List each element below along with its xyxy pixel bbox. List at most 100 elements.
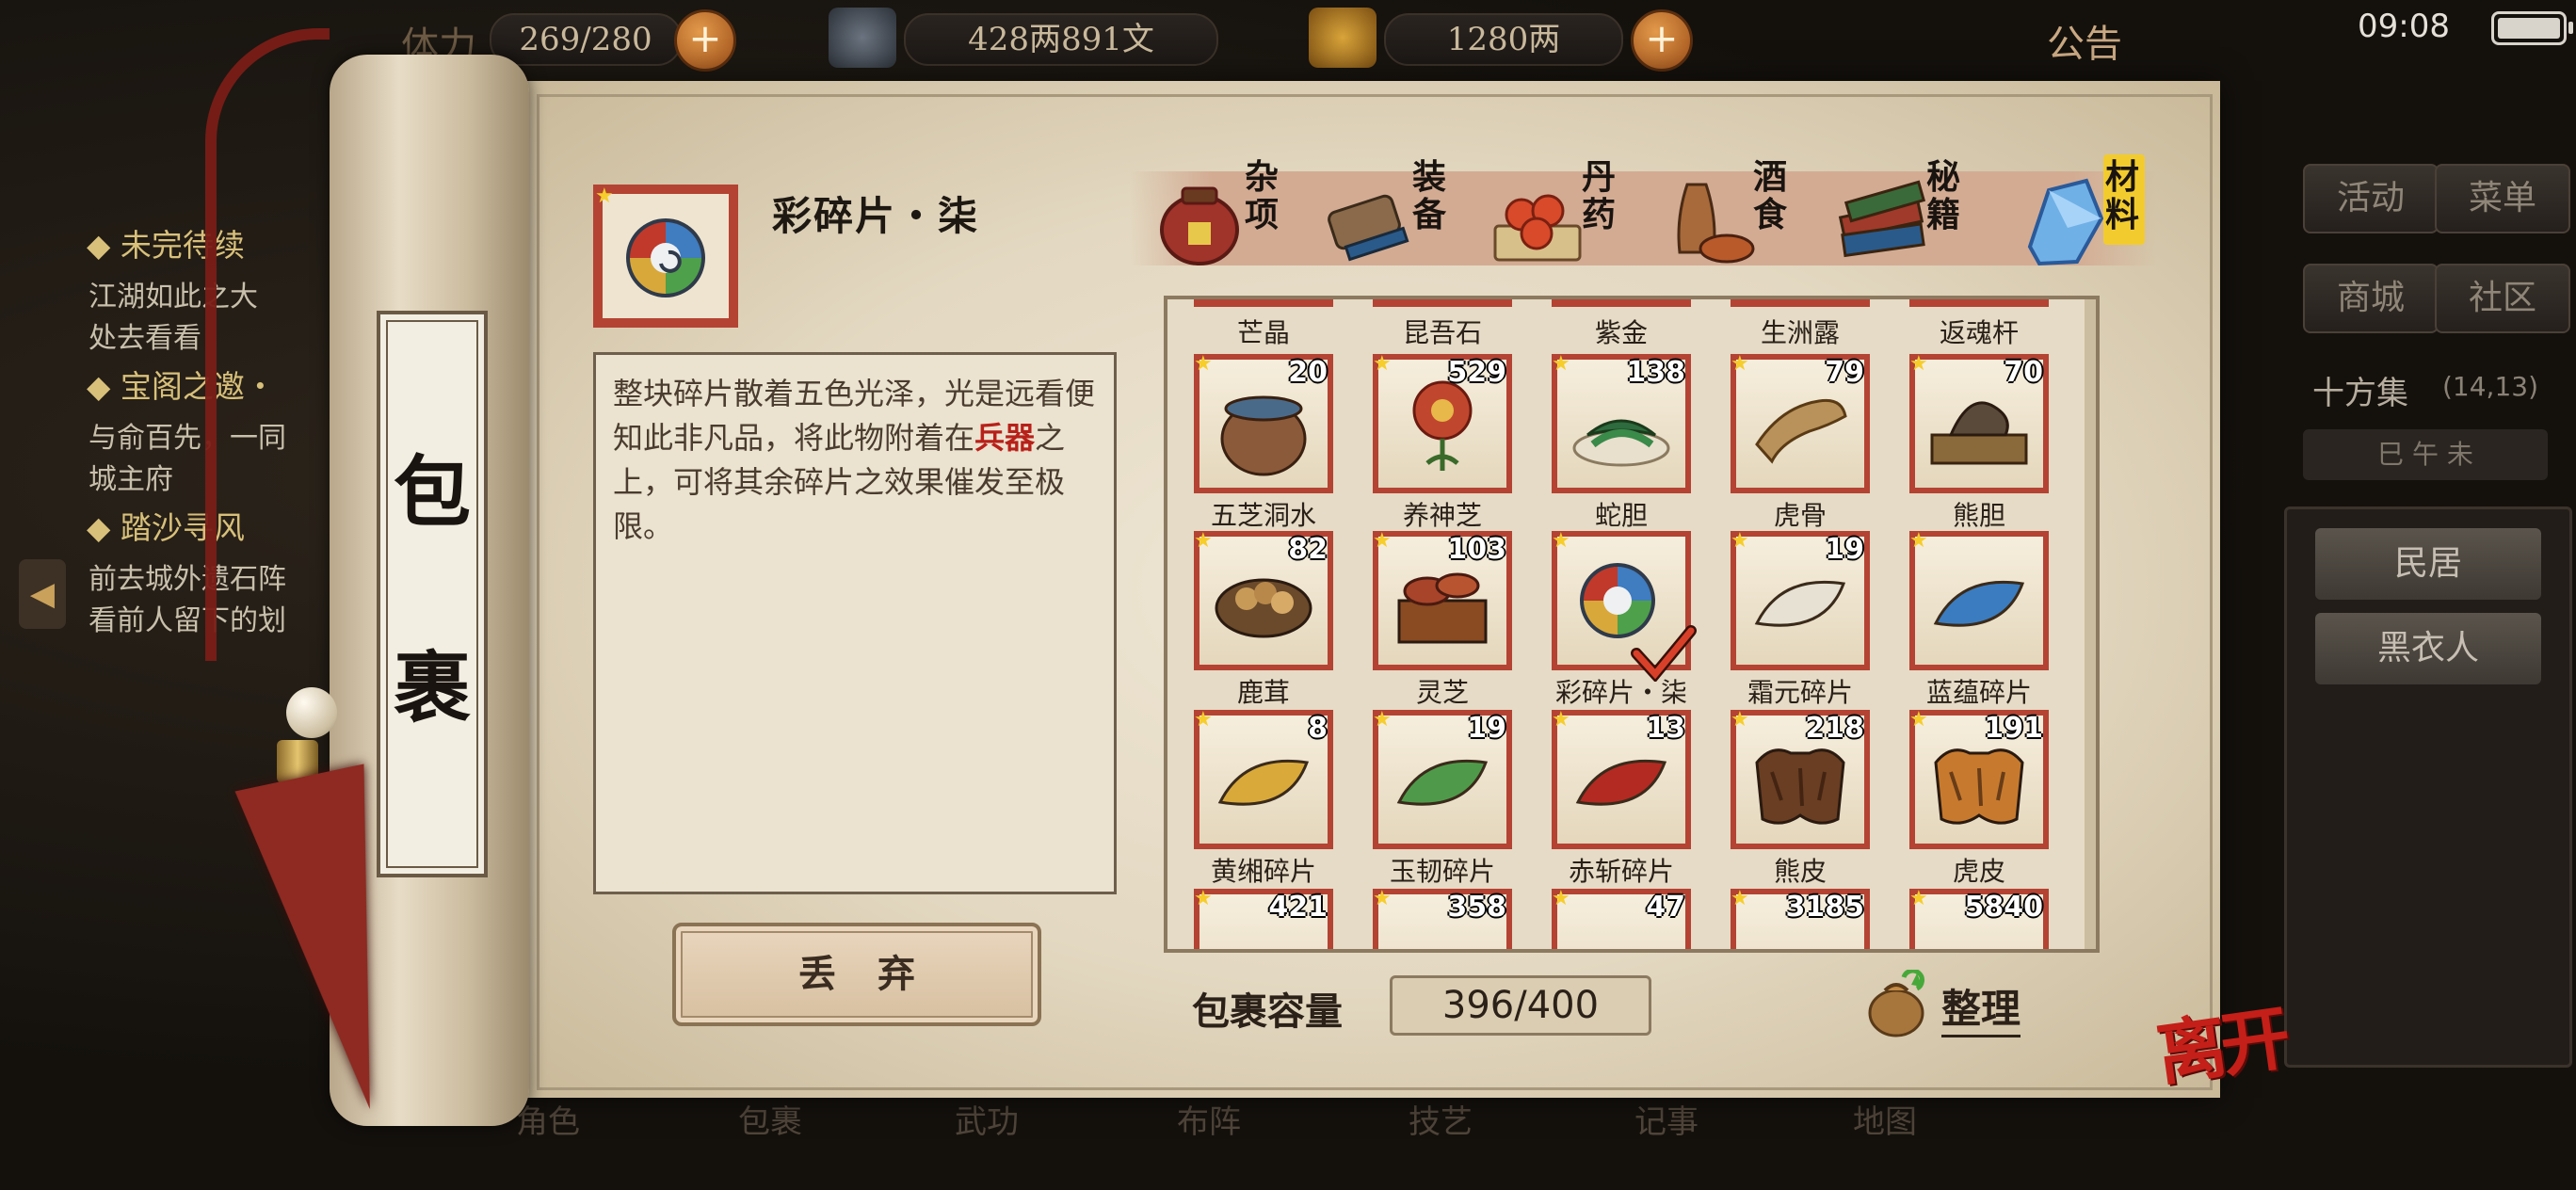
item-count: 191 <box>1984 712 2043 745</box>
bag-title-plaque: 包 裹 <box>377 311 488 877</box>
selected-item-icon: ★ <box>593 185 738 328</box>
category-tab-food[interactable]: 酒食 <box>1659 158 1819 275</box>
menu-button[interactable]: 菜单 <box>2435 164 2570 233</box>
category-tab-pill[interactable]: 丹药 <box>1488 158 1648 275</box>
item-name: 昆吾石 <box>1402 317 1482 348</box>
category-tab-label: 秘籍 <box>1926 157 1961 234</box>
item-slot: ★ 47 <box>1552 889 1691 949</box>
tab-bag[interactable]: 包裹 <box>738 1096 802 1142</box>
category-tab-jar[interactable]: 杂项 <box>1151 158 1311 275</box>
item-slot-partial <box>1194 299 1333 307</box>
quest-2-line-2: 城主府 <box>89 463 173 496</box>
category-tab-book[interactable]: 秘籍 <box>1832 158 1992 275</box>
item-leaf-icon <box>1217 759 1310 806</box>
category-tab-equipment[interactable]: 装备 <box>1318 158 1478 275</box>
tassel-cord <box>205 28 330 661</box>
item-slot: ★ 3185 <box>1731 889 1870 949</box>
item-count: 8 <box>1308 712 1328 745</box>
tab-martial-arts[interactable]: 武功 <box>955 1096 1019 1142</box>
item-slot: ★ 138 <box>1552 354 1691 493</box>
location-coords: (14,13) <box>2442 371 2539 402</box>
pill-icon <box>1493 194 1582 262</box>
stamina-counter: 269/280 <box>490 13 682 66</box>
crystal-icon <box>2027 178 2104 266</box>
item-slot: ★ 8 <box>1194 710 1333 849</box>
item-count: 358 <box>1447 891 1506 924</box>
item-name: 黄缃碎片 <box>1210 856 1316 887</box>
item-count: 103 <box>1447 533 1506 566</box>
silver-counter: 428两891文 <box>904 13 1218 66</box>
item-name: 霜元碎片 <box>1747 677 1853 708</box>
item-name: 熊皮 <box>1773 856 1827 887</box>
shop-button[interactable]: 商城 <box>2303 264 2439 333</box>
item-grid[interactable]: 芒晶 昆吾石 紫金 生洲露 返魂杆 ★ 20 五芝洞水 ★ 529 养神芝 ★ … <box>1164 296 2100 953</box>
list-item-house[interactable]: 民居 <box>2315 528 2541 600</box>
item-slot: ★ 19 <box>1731 531 1870 670</box>
announcement-button[interactable]: 公告 <box>2047 13 2122 68</box>
item-name: 赤斩碎片 <box>1568 856 1674 887</box>
item-name: 虎骨 <box>1773 500 1827 531</box>
category-tab-crystal[interactable]: 材料 <box>2011 154 2171 275</box>
money-bag-sort-icon[interactable] <box>1862 968 1934 1037</box>
collapse-arrow-icon[interactable]: ◀ <box>19 559 66 629</box>
rarity-star-icon: ★ <box>595 185 614 208</box>
item-slot: ★ <box>1909 531 2049 670</box>
item-name: 生洲露 <box>1760 317 1840 348</box>
item-slot: ★ 5840 <box>1909 889 2049 949</box>
book-icon <box>1838 180 1926 258</box>
item-description-box: 整块碎片散着五色光泽，光是远看便知此非凡品，将此物附着在兵器之上，可将其余碎片之… <box>593 352 1117 894</box>
tab-skills[interactable]: 技艺 <box>1409 1096 1473 1142</box>
item-count: 5840 <box>1964 891 2044 924</box>
item-slot: ★ 70 <box>1909 354 2049 493</box>
item-slot: ★ 529 <box>1373 354 1512 493</box>
clock: 09:08 <box>2358 8 2450 45</box>
gold-counter: 1280两 <box>1384 13 1623 66</box>
discard-button[interactable]: 丢弃 <box>672 923 1041 1026</box>
time-of-day-bar: 巳 午 未 <box>2303 429 2548 480</box>
item-count: 19 <box>1825 533 1864 566</box>
jade-bead-icon <box>286 687 337 738</box>
item-slot: ★ 20 <box>1194 354 1333 493</box>
activity-button[interactable]: 活动 <box>2303 164 2439 233</box>
item-name: 灵芝 <box>1415 677 1469 708</box>
item-name: 返魂杆 <box>1939 317 2019 348</box>
community-button[interactable]: 社区 <box>2435 264 2570 333</box>
equipment-icon <box>1328 194 1409 262</box>
item-slot: ★ 79 <box>1731 354 1870 493</box>
category-tab-label: 丹药 <box>1582 157 1617 234</box>
item-slot: ★ 82 <box>1194 531 1333 670</box>
tab-journal[interactable]: 记事 <box>1634 1096 1699 1142</box>
item-count: 218 <box>1805 712 1864 745</box>
tab-formation[interactable]: 布阵 <box>1177 1096 1241 1142</box>
gold-ingot-icon <box>1309 8 1377 68</box>
bag-title-char-1: 包 <box>393 447 471 538</box>
item-slot: ★ <box>1552 531 1697 682</box>
list-item-black-robed-man[interactable]: 黑衣人 <box>2315 613 2541 684</box>
battery-icon <box>2491 11 2573 45</box>
item-leaf-icon <box>1933 580 2025 627</box>
sort-button[interactable]: 整理 <box>1941 977 2021 1037</box>
item-count: 19 <box>1467 712 1506 745</box>
item-name: 彩碎片・柒 <box>1554 677 1687 708</box>
category-tab-label: 材料 <box>2105 157 2140 234</box>
capacity-value: 396/400 <box>1390 975 1651 1036</box>
add-gold-button[interactable]: + <box>1631 9 1693 72</box>
item-count: 138 <box>1626 356 1685 389</box>
item-slot-partial <box>1552 299 1691 307</box>
selected-item-name: 彩碎片・柒 <box>772 193 980 239</box>
category-tab-label: 酒食 <box>1753 157 1788 234</box>
location-name: 十方集 <box>2312 375 2408 412</box>
item-slot: ★ 13 <box>1552 710 1691 849</box>
npc-list: 民居 黑衣人 <box>2284 507 2572 1068</box>
item-count: 70 <box>2004 356 2043 389</box>
category-tab-label: 装备 <box>1412 157 1447 234</box>
leave-button[interactable]: 离开 <box>2149 982 2291 1100</box>
description-highlight: 兵器 <box>974 420 1036 456</box>
item-slot-partial <box>1909 299 2049 307</box>
item-name: 芒晶 <box>1236 317 1290 348</box>
item-count: 82 <box>1288 533 1328 566</box>
item-slot: ★ 19 <box>1373 710 1512 849</box>
add-stamina-button[interactable]: + <box>674 9 736 72</box>
tab-map[interactable]: 地图 <box>1853 1096 1917 1142</box>
item-name: 虎皮 <box>1952 856 2005 887</box>
